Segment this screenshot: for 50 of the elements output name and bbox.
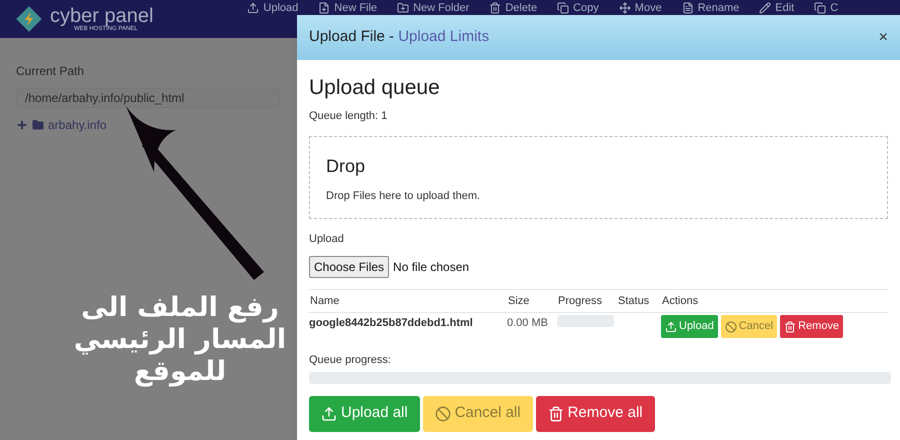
upload-icon (665, 320, 677, 332)
choose-files-button[interactable]: Choose Files (309, 256, 390, 278)
column-header: Actions (661, 290, 888, 313)
brand-name: cyber panel (50, 6, 154, 26)
column-header: Size (507, 290, 557, 313)
queue-heading: Upload queue (309, 75, 441, 101)
trash-icon (784, 320, 796, 332)
toolbar-button[interactable]: Upload (247, 2, 298, 14)
toolbar-icon (397, 2, 410, 14)
path-label: Current Path (16, 63, 86, 80)
toolbar-button[interactable]: C (814, 2, 838, 14)
toolbar-icon (759, 2, 772, 14)
toolbar-button[interactable]: New Folder (397, 2, 470, 14)
toolbar-button[interactable]: Delete (489, 2, 538, 14)
toolbar-icon (557, 2, 570, 14)
folder-icon (32, 119, 44, 131)
upload-icon (321, 406, 337, 422)
dialog-title: Upload File - (309, 27, 396, 48)
queue-progress-label: Queue progress: (309, 353, 392, 368)
toolbar-icon (814, 2, 826, 14)
file-name: google8442b25b87ddebd1.html (309, 316, 474, 331)
trash-icon (548, 406, 564, 422)
ban-icon (434, 406, 451, 422)
drop-title: Drop (326, 155, 366, 178)
row-action-button[interactable]: Remove (780, 315, 844, 338)
ban-icon (724, 320, 737, 332)
annotation-text: رفع الملف الى المسار الرئيسي للموقع (72, 292, 288, 388)
plus-icon (16, 119, 28, 131)
toolbar-button[interactable]: Edit (759, 2, 794, 14)
toolbar-icon (682, 2, 694, 14)
bulk-action-button[interactable]: Remove all (536, 396, 655, 432)
toolbar-button[interactable]: New File (318, 2, 378, 14)
file-size: 0.00 MB (507, 316, 549, 331)
upload-label: Upload (309, 232, 345, 247)
column-header: Name (309, 290, 507, 313)
toolbar-icon (618, 2, 631, 14)
close-button[interactable]: × (878, 26, 888, 50)
no-file-text: No file chosen (393, 258, 470, 276)
drop-text: Drop Files here to upload them. (326, 189, 482, 204)
column-header: Status (617, 290, 661, 313)
queue-length: Queue length: 1 (309, 108, 388, 124)
toolbar-icon (489, 2, 502, 14)
toolbar-icon (247, 2, 260, 14)
upload-limits-link[interactable]: Upload Limits (398, 26, 490, 49)
toolbar-button[interactable]: Move (618, 2, 662, 14)
column-header: Progress (557, 290, 617, 313)
toolbar-button[interactable]: Rename (682, 2, 740, 14)
toolbar-icon (318, 2, 330, 14)
drop-zone[interactable]: Drop Drop Files here to upload them. (309, 136, 888, 219)
toolbar-button[interactable]: Copy (557, 2, 599, 14)
